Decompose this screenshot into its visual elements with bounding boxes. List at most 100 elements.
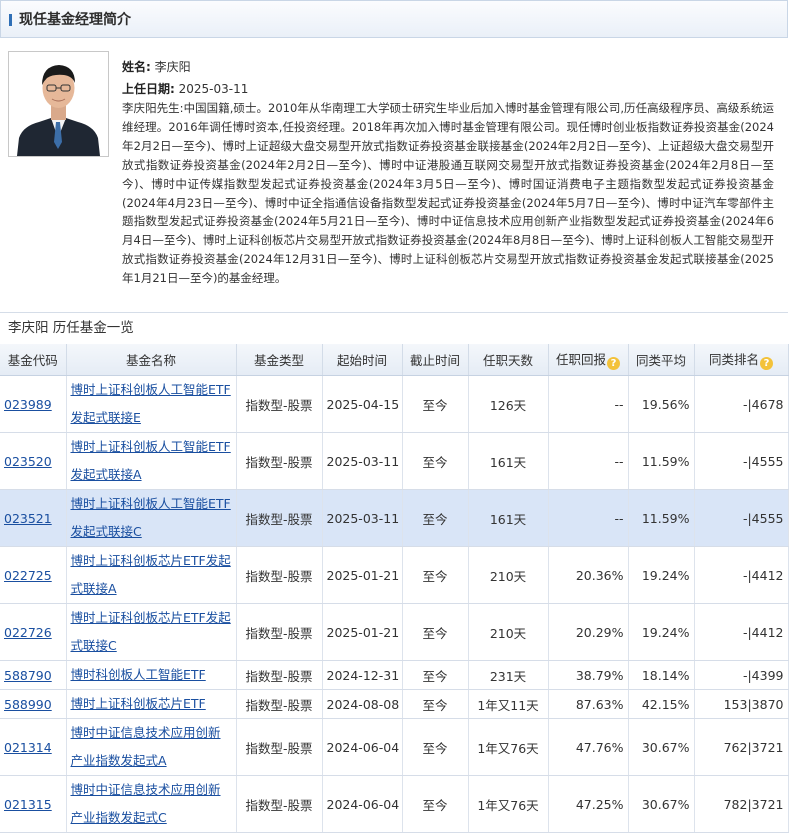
manager-profile: 姓名: 李庆阳 上任日期: 2025-03-11 李庆阳先生:中国国籍,硕士。2… — [0, 38, 788, 308]
manager-name-row: 姓名: 李庆阳 — [122, 59, 191, 75]
peer-average: 30.67% — [628, 718, 695, 776]
col-header-rank-label: 同类排名 — [708, 352, 759, 367]
end-date: 至今 — [402, 489, 469, 547]
tenure-return: 38.79% — [548, 660, 629, 690]
peer-rank: -|4555 — [694, 432, 789, 490]
section-title: 现任基金经理简介 — [19, 12, 131, 28]
fund-type: 指数型-股票 — [236, 489, 323, 547]
manager-date-row: 上任日期: 2025-03-11 — [122, 81, 248, 97]
col-header-rank: 同类排名? — [694, 344, 789, 376]
date-label: 上任日期: — [122, 82, 175, 96]
peer-rank: -|4399 — [694, 660, 789, 690]
manager-photo — [8, 51, 109, 157]
col-header-name: 基金名称 — [66, 344, 237, 376]
fund-type: 指数型-股票 — [236, 375, 323, 433]
tenure-return: -- — [548, 489, 629, 547]
help-icon[interactable]: ? — [760, 357, 773, 370]
tenure-days: 161天 — [468, 432, 549, 490]
table-row: 023989 博时上证科创板人工智能ETF发起式联接E 指数型-股票 2025-… — [0, 375, 789, 433]
fund-code-link[interactable]: 588990 — [4, 697, 52, 712]
fund-name-link[interactable]: 博时上证科创板芯片ETF发起式联接A — [71, 547, 232, 603]
fund-type: 指数型-股票 — [236, 603, 323, 661]
tenure-return: -- — [548, 432, 629, 490]
fund-type: 指数型-股票 — [236, 546, 323, 604]
fund-code-link[interactable]: 588790 — [4, 668, 52, 683]
fund-name-link[interactable]: 博时中证信息技术应用创新产业指数发起式C — [71, 776, 232, 832]
fund-type: 指数型-股票 — [236, 660, 323, 690]
table-row: 021314 博时中证信息技术应用创新产业指数发起式A 指数型-股票 2024-… — [0, 718, 789, 776]
tenure-return: 87.63% — [548, 689, 629, 719]
tenure-days: 126天 — [468, 375, 549, 433]
peer-average: 42.15% — [628, 689, 695, 719]
end-date: 至今 — [402, 660, 469, 690]
table-row: 588790 博时科创板人工智能ETF 指数型-股票 2024-12-31 至今… — [0, 660, 789, 690]
start-date: 2025-04-15 — [322, 375, 403, 433]
fund-code-link[interactable]: 021315 — [4, 797, 52, 812]
col-header-days: 任职天数 — [468, 344, 549, 376]
tenure-days: 1年又76天 — [468, 718, 549, 776]
fund-type: 指数型-股票 — [236, 775, 323, 833]
fund-code-link[interactable]: 021314 — [4, 740, 52, 755]
fund-type: 指数型-股票 — [236, 432, 323, 490]
tenure-days: 231天 — [468, 660, 549, 690]
peer-rank: 782|3721 — [694, 775, 789, 833]
col-header-avg: 同类平均 — [628, 344, 695, 376]
col-header-code: 基金代码 — [0, 344, 67, 376]
section-header: 现任基金经理简介 — [0, 0, 788, 38]
tenure-days: 1年又76天 — [468, 775, 549, 833]
fund-name-link[interactable]: 博时上证科创板人工智能ETF发起式联接C — [71, 490, 232, 546]
fund-name-link[interactable]: 博时上证科创板人工智能ETF发起式联接E — [71, 376, 232, 432]
tenure-return: -- — [548, 375, 629, 433]
start-date: 2025-01-21 — [322, 603, 403, 661]
fund-name-link[interactable]: 博时中证信息技术应用创新产业指数发起式A — [71, 719, 232, 775]
start-date: 2024-06-04 — [322, 718, 403, 776]
manager-start-date: 2025-03-11 — [178, 82, 249, 96]
tenure-return: 47.76% — [548, 718, 629, 776]
tenure-return: 20.36% — [548, 546, 629, 604]
fund-code-link[interactable]: 022726 — [4, 625, 52, 640]
fund-name-link[interactable]: 博时上证科创板芯片ETF发起式联接C — [71, 604, 232, 660]
table-row-selected: 023521 博时上证科创板人工智能ETF发起式联接C 指数型-股票 2025-… — [0, 489, 789, 547]
fund-name-link[interactable]: 博时科创板人工智能ETF — [71, 661, 232, 689]
tenure-days: 161天 — [468, 489, 549, 547]
start-date: 2024-08-08 — [322, 689, 403, 719]
help-icon[interactable]: ? — [607, 357, 620, 370]
fund-type: 指数型-股票 — [236, 718, 323, 776]
end-date: 至今 — [402, 603, 469, 661]
title-accent-bar — [9, 14, 12, 26]
col-header-end: 截止时间 — [402, 344, 469, 376]
peer-average: 19.24% — [628, 603, 695, 661]
start-date: 2024-06-04 — [322, 775, 403, 833]
table-row: 022726 博时上证科创板芯片ETF发起式联接C 指数型-股票 2025-01… — [0, 603, 789, 661]
end-date: 至今 — [402, 689, 469, 719]
fund-name-link[interactable]: 博时上证科创板人工智能ETF发起式联接A — [71, 433, 232, 489]
table-row: 588990 博时上证科创板芯片ETF 指数型-股票 2024-08-08 至今… — [0, 689, 789, 719]
peer-rank: -|4678 — [694, 375, 789, 433]
peer-average: 19.24% — [628, 546, 695, 604]
manager-portrait-image — [9, 52, 108, 156]
peer-average: 19.56% — [628, 375, 695, 433]
end-date: 至今 — [402, 546, 469, 604]
manager-bio: 李庆阳先生:中国国籍,硕士。2010年从华南理工大学硕士研究生毕业后加入博时基金… — [122, 101, 774, 286]
tenure-return: 20.29% — [548, 603, 629, 661]
manager-name: 李庆阳 — [154, 60, 191, 74]
fund-list-header: 李庆阳 历任基金一览 — [0, 312, 788, 343]
table-header-row: 基金代码 基金名称 基金类型 起始时间 截止时间 任职天数 任职回报? 同类平均… — [0, 344, 789, 376]
col-header-start: 起始时间 — [322, 344, 403, 376]
name-label: 姓名: — [122, 60, 151, 74]
fund-history-table: 基金代码 基金名称 基金类型 起始时间 截止时间 任职天数 任职回报? 同类平均… — [0, 344, 789, 833]
fund-code-link[interactable]: 022725 — [4, 568, 52, 583]
start-date: 2025-01-21 — [322, 546, 403, 604]
fund-name-link[interactable]: 博时上证科创板芯片ETF — [71, 690, 232, 718]
tenure-days: 210天 — [468, 546, 549, 604]
fund-list-title: 李庆阳 历任基金一览 — [8, 320, 134, 336]
peer-rank: -|4412 — [694, 546, 789, 604]
start-date: 2024-12-31 — [322, 660, 403, 690]
tenure-days: 210天 — [468, 603, 549, 661]
peer-average: 11.59% — [628, 489, 695, 547]
peer-rank: 762|3721 — [694, 718, 789, 776]
fund-code-link[interactable]: 023520 — [4, 454, 52, 469]
fund-code-link[interactable]: 023521 — [4, 511, 52, 526]
tenure-days: 1年又11天 — [468, 689, 549, 719]
fund-code-link[interactable]: 023989 — [4, 397, 52, 412]
